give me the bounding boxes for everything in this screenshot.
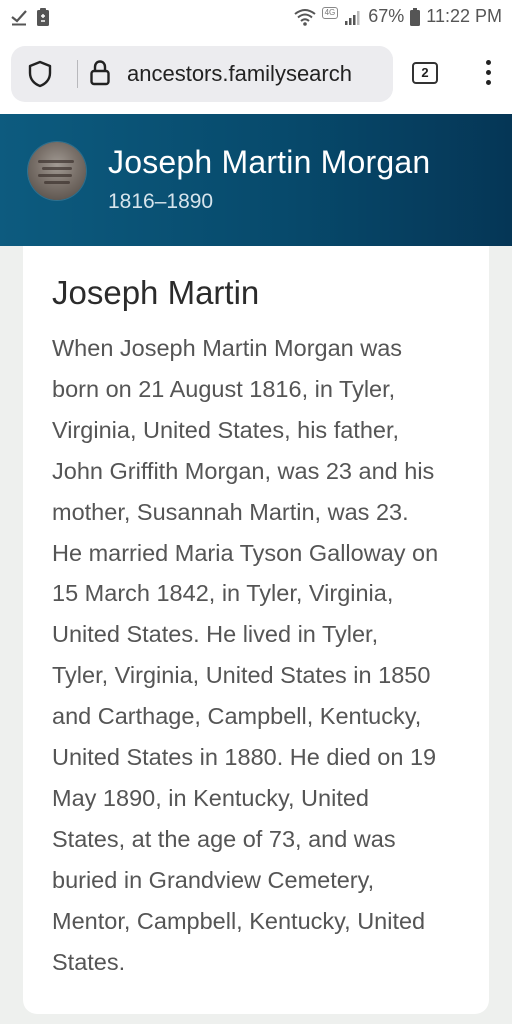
bio-line: mother, Susannah Martin, was 23.	[52, 498, 409, 525]
bio-line: He married Maria Tyson Galloway on	[52, 539, 439, 566]
bio-line: States, at the age of 73, and was	[52, 825, 396, 852]
person-header: Joseph Martin Morgan 1816–1890	[0, 114, 512, 246]
bio-line: born on 21 August 1816, in Tyler,	[52, 375, 396, 402]
wifi-icon	[293, 8, 316, 26]
clipboard-icon	[37, 8, 49, 26]
bio-line: When Joseph Martin Morgan was	[52, 335, 403, 361]
bio-line: Mentor, Campbell, Kentucky, United	[52, 907, 426, 934]
status-bar: 4G 67% 11:22 PM	[0, 0, 512, 36]
browser-toolbar: ancestors.familysearch 2	[0, 36, 512, 114]
status-left	[10, 7, 50, 27]
bio-line: buried in Grandview Cemetery,	[52, 866, 375, 893]
biography-text: When Joseph Martin Morgan was born on 21…	[52, 328, 472, 983]
battery-percent: 67%	[368, 6, 405, 26]
life-summary-card: Joseph Martin When Joseph Martin Morgan …	[23, 246, 489, 1014]
check-icon	[11, 10, 27, 26]
clock: 11:22 PM	[426, 6, 502, 26]
shield-icon[interactable]	[27, 60, 53, 88]
kebab-menu-icon[interactable]	[478, 60, 498, 92]
status-right: 4G 67% 11:22 PM	[293, 6, 502, 27]
card-title: Joseph Martin	[52, 274, 260, 311]
bio-line: May 1890, in Kentucky, United	[52, 784, 369, 811]
bio-line: United States. He lived in Tyler,	[52, 621, 379, 648]
bio-line: United States in 1880. He died on 19	[52, 744, 437, 771]
avatar[interactable]	[28, 142, 86, 200]
address-divider	[77, 60, 78, 88]
person-name: Joseph Martin Morgan	[108, 144, 431, 180]
tab-switcher-button[interactable]: 2	[412, 62, 438, 84]
battery-icon	[410, 7, 421, 26]
bio-line: 15 March 1842, in Tyler, Virginia,	[52, 580, 394, 607]
address-bar[interactable]: ancestors.familysearch	[11, 46, 393, 102]
bio-line: and Carthage, Campbell, Kentucky,	[52, 703, 422, 730]
lte-badge: 4G	[321, 6, 339, 19]
signal-icon	[345, 10, 360, 25]
bio-line: Virginia, United States, his father,	[52, 416, 400, 443]
lock-icon[interactable]	[89, 59, 111, 87]
person-dates: 1816–1890	[108, 190, 214, 213]
bio-line: States.	[52, 948, 126, 975]
bio-line: John Griffith Morgan, was 23 and his	[52, 457, 435, 484]
bio-line: Tyler, Virginia, United States in 1850	[52, 662, 431, 689]
url-fade	[353, 46, 393, 102]
